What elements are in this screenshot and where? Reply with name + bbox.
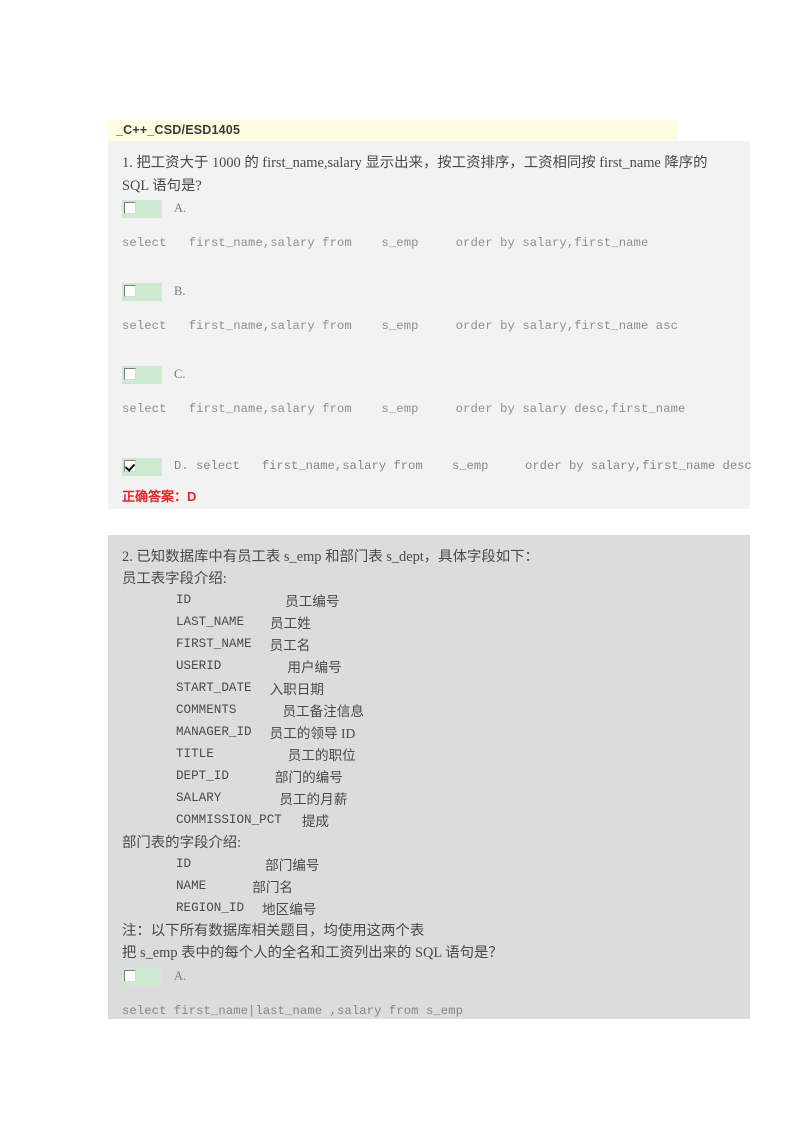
emp-field-name: TITLE xyxy=(176,747,214,761)
emp-field-row-dept-id: DEPT_ID 部门的编号 xyxy=(176,766,343,788)
checkbox-1d[interactable] xyxy=(124,460,136,472)
question-1-stem-line-2: SQL 语句是? xyxy=(122,178,202,194)
question-2-stem-line-2: 员工表字段介绍: xyxy=(122,571,227,587)
dept-field-name: REGION_ID xyxy=(176,901,245,915)
question-2-sub-question: 把 s_emp 表中的每个人的全名和工资列出来的 SQL 语句是？ xyxy=(122,945,503,961)
emp-field-row-salary: SALARY 员工的月薪 xyxy=(176,788,347,810)
checkbox-1a[interactable] xyxy=(124,202,136,214)
emp-field-name: USERID xyxy=(176,659,222,673)
option-sql-1c: select first_name,salary from s_emp orde… xyxy=(122,402,686,416)
option-label-1d: D. select first_name,salary from s_emp o… xyxy=(174,459,752,473)
emp-field-name: DEPT_ID xyxy=(176,769,229,783)
emp-field-name: START_DATE xyxy=(176,681,252,695)
emp-field-row-title: TITLE 员工的职位 xyxy=(176,744,356,766)
emp-field-desc: 部门的编号 xyxy=(274,770,343,785)
question-2-stem-line-1: 2. 已知数据库中有员工表 s_emp 和部门表 s_dept，具体字段如下： xyxy=(122,549,539,565)
question-1-stem-line-1: 1. 把工资大于 1000 的 first_name,salary 显示出来，按… xyxy=(122,155,708,171)
emp-field-row-commission-pct: COMMISSION_PCT 提成 xyxy=(176,810,329,832)
checkbox-1c[interactable] xyxy=(124,368,136,380)
emp-field-desc: 员工备注信息 xyxy=(282,704,365,719)
checkbox-container-1a[interactable] xyxy=(122,200,162,218)
emp-field-name: COMMENTS xyxy=(176,703,237,717)
option-label-2a: A. xyxy=(174,969,187,983)
question-block-1: 1. 把工资大于 1000 的 first_name,salary 显示出来，按… xyxy=(108,141,752,509)
dept-field-row-region-id: REGION_ID 地区编号 xyxy=(176,898,316,920)
emp-field-row-first-name: FIRST_NAME 员工名 xyxy=(176,634,310,656)
emp-field-row-last-name: LAST_NAME 员工姓 xyxy=(176,612,311,634)
emp-field-name: ID xyxy=(176,593,192,607)
page-title: _C++_CSD/ESD1405 xyxy=(116,123,241,137)
option-label-1a: A. xyxy=(174,201,187,215)
emp-field-name: SALARY xyxy=(176,791,222,805)
emp-field-row-start-date: START_DATE 入职日期 xyxy=(176,678,324,700)
emp-field-row-manager-id: MANAGER_ID 员工的领导 ID xyxy=(176,722,355,744)
question-block-2: 2. 已知数据库中有员工表 s_emp 和部门表 s_dept，具体字段如下： … xyxy=(108,535,750,1019)
emp-field-row-userid: USERID 用户编号 xyxy=(176,656,342,678)
emp-field-name: MANAGER_ID xyxy=(176,725,252,739)
emp-field-desc: 员工名 xyxy=(269,638,311,653)
exam-page: _C++_CSD/ESD1405 1. 把工资大于 1000 的 first_n… xyxy=(0,0,793,1122)
option-sql-1b: select first_name,salary from s_emp orde… xyxy=(122,319,679,333)
option-sql-2a: select first_name|last_name ,salary from… xyxy=(122,1004,464,1018)
emp-field-desc: 员工的职位 xyxy=(287,748,356,763)
option-sql-1a: select first_name,salary from s_emp orde… xyxy=(122,236,649,250)
emp-field-desc: 入职日期 xyxy=(269,682,324,697)
emp-field-desc: 提成 xyxy=(301,814,329,829)
option-label-1b: B. xyxy=(174,284,186,298)
checkbox-container-1d[interactable] xyxy=(122,458,162,476)
emp-field-name: COMMISSION_PCT xyxy=(176,813,282,827)
dept-field-desc: 地区编号 xyxy=(262,902,317,917)
dept-field-desc: 部门名 xyxy=(252,880,294,895)
emp-field-desc: 员工编号 xyxy=(285,594,340,609)
emp-field-desc: 用户编号 xyxy=(287,660,342,675)
emp-field-row-id: ID 员工编号 xyxy=(176,590,340,612)
dept-table-header: 部门表的字段介绍: xyxy=(122,835,242,851)
correct-answer-1: 正确答案：D xyxy=(122,489,197,504)
dept-field-name: NAME xyxy=(176,879,207,893)
emp-field-desc: 员工的月薪 xyxy=(279,792,348,807)
emp-field-name: LAST_NAME xyxy=(176,615,245,629)
emp-field-row-comments: COMMENTS 员工备注信息 xyxy=(176,700,364,722)
checkbox-1b[interactable] xyxy=(124,285,136,297)
option-label-1c: C. xyxy=(174,367,186,381)
question-2-note: 注：以下所有数据库相关题目，均使用这两个表 xyxy=(122,923,425,939)
checkbox-container-1b[interactable] xyxy=(122,283,162,301)
checkbox-container-2a[interactable] xyxy=(122,968,162,986)
checkbox-container-1c[interactable] xyxy=(122,366,162,384)
emp-field-desc: 员工的领导 ID xyxy=(269,726,356,741)
document-title-bar: _C++_CSD/ESD1405 xyxy=(108,120,678,141)
emp-field-desc: 员工姓 xyxy=(270,616,311,631)
dept-field-desc: 部门编号 xyxy=(265,858,320,873)
dept-field-name: ID xyxy=(176,857,192,871)
dept-field-row-name: NAME 部门名 xyxy=(176,876,293,898)
dept-field-row-id: ID 部门编号 xyxy=(176,854,320,876)
checkbox-2a[interactable] xyxy=(124,970,136,982)
emp-field-name: FIRST_NAME xyxy=(176,637,252,651)
